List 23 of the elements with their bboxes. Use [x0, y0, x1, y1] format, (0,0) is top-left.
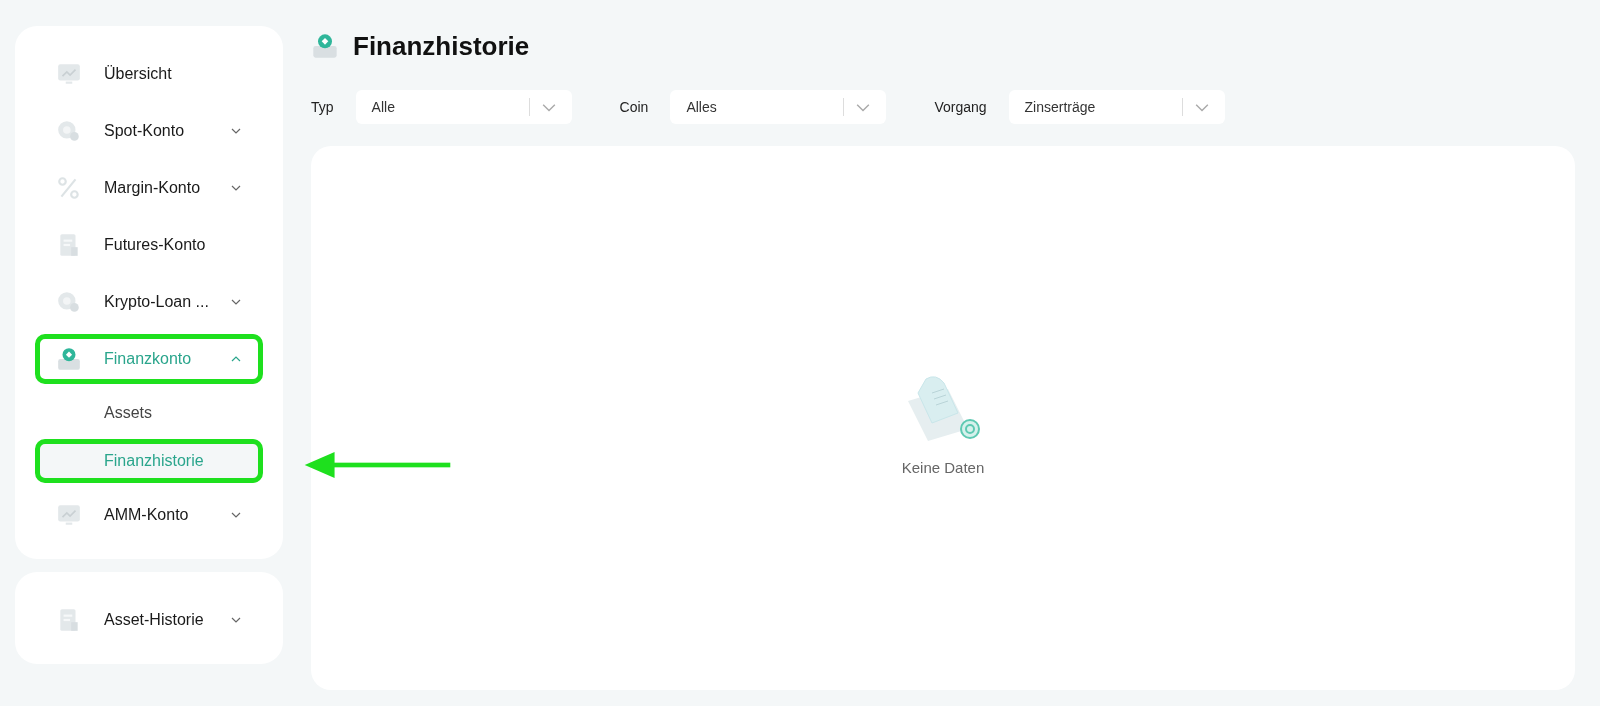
- sidebar-item[interactable]: Krypto-Loan ...: [35, 277, 263, 327]
- filter-dropdown[interactable]: Alle: [355, 90, 572, 124]
- sidebar-item[interactable]: Futures-Konto: [35, 220, 263, 270]
- filter-dropdown[interactable]: Zinserträge: [1008, 90, 1225, 124]
- sidebar-item[interactable]: Margin-Konto: [35, 163, 263, 213]
- filter-dropdown[interactable]: Alles: [670, 90, 887, 124]
- filter-label: Vorgang: [934, 99, 987, 115]
- sidebar-item[interactable]: AMM-Konto: [35, 490, 263, 540]
- filter-label: Coin: [619, 99, 649, 115]
- finance-icon: [311, 32, 339, 60]
- sidebar-item[interactable]: Übersicht: [35, 49, 263, 99]
- sidebar-item[interactable]: Spot-Konto: [35, 106, 263, 156]
- chart-icon: [56, 502, 82, 528]
- coin-stack-icon: [56, 346, 82, 372]
- percent-icon: [56, 175, 82, 201]
- chart-icon: [56, 61, 82, 87]
- sidebar-item[interactable]: Asset-Historie: [35, 595, 263, 645]
- page-title: Finanzhistorie: [353, 30, 530, 62]
- coins-icon: [56, 289, 82, 315]
- filter-label: Typ: [311, 99, 334, 115]
- sidebar-subitem[interactable]: Assets: [35, 391, 263, 435]
- coins-icon: [56, 118, 82, 144]
- empty-message: Keine Daten: [901, 458, 985, 476]
